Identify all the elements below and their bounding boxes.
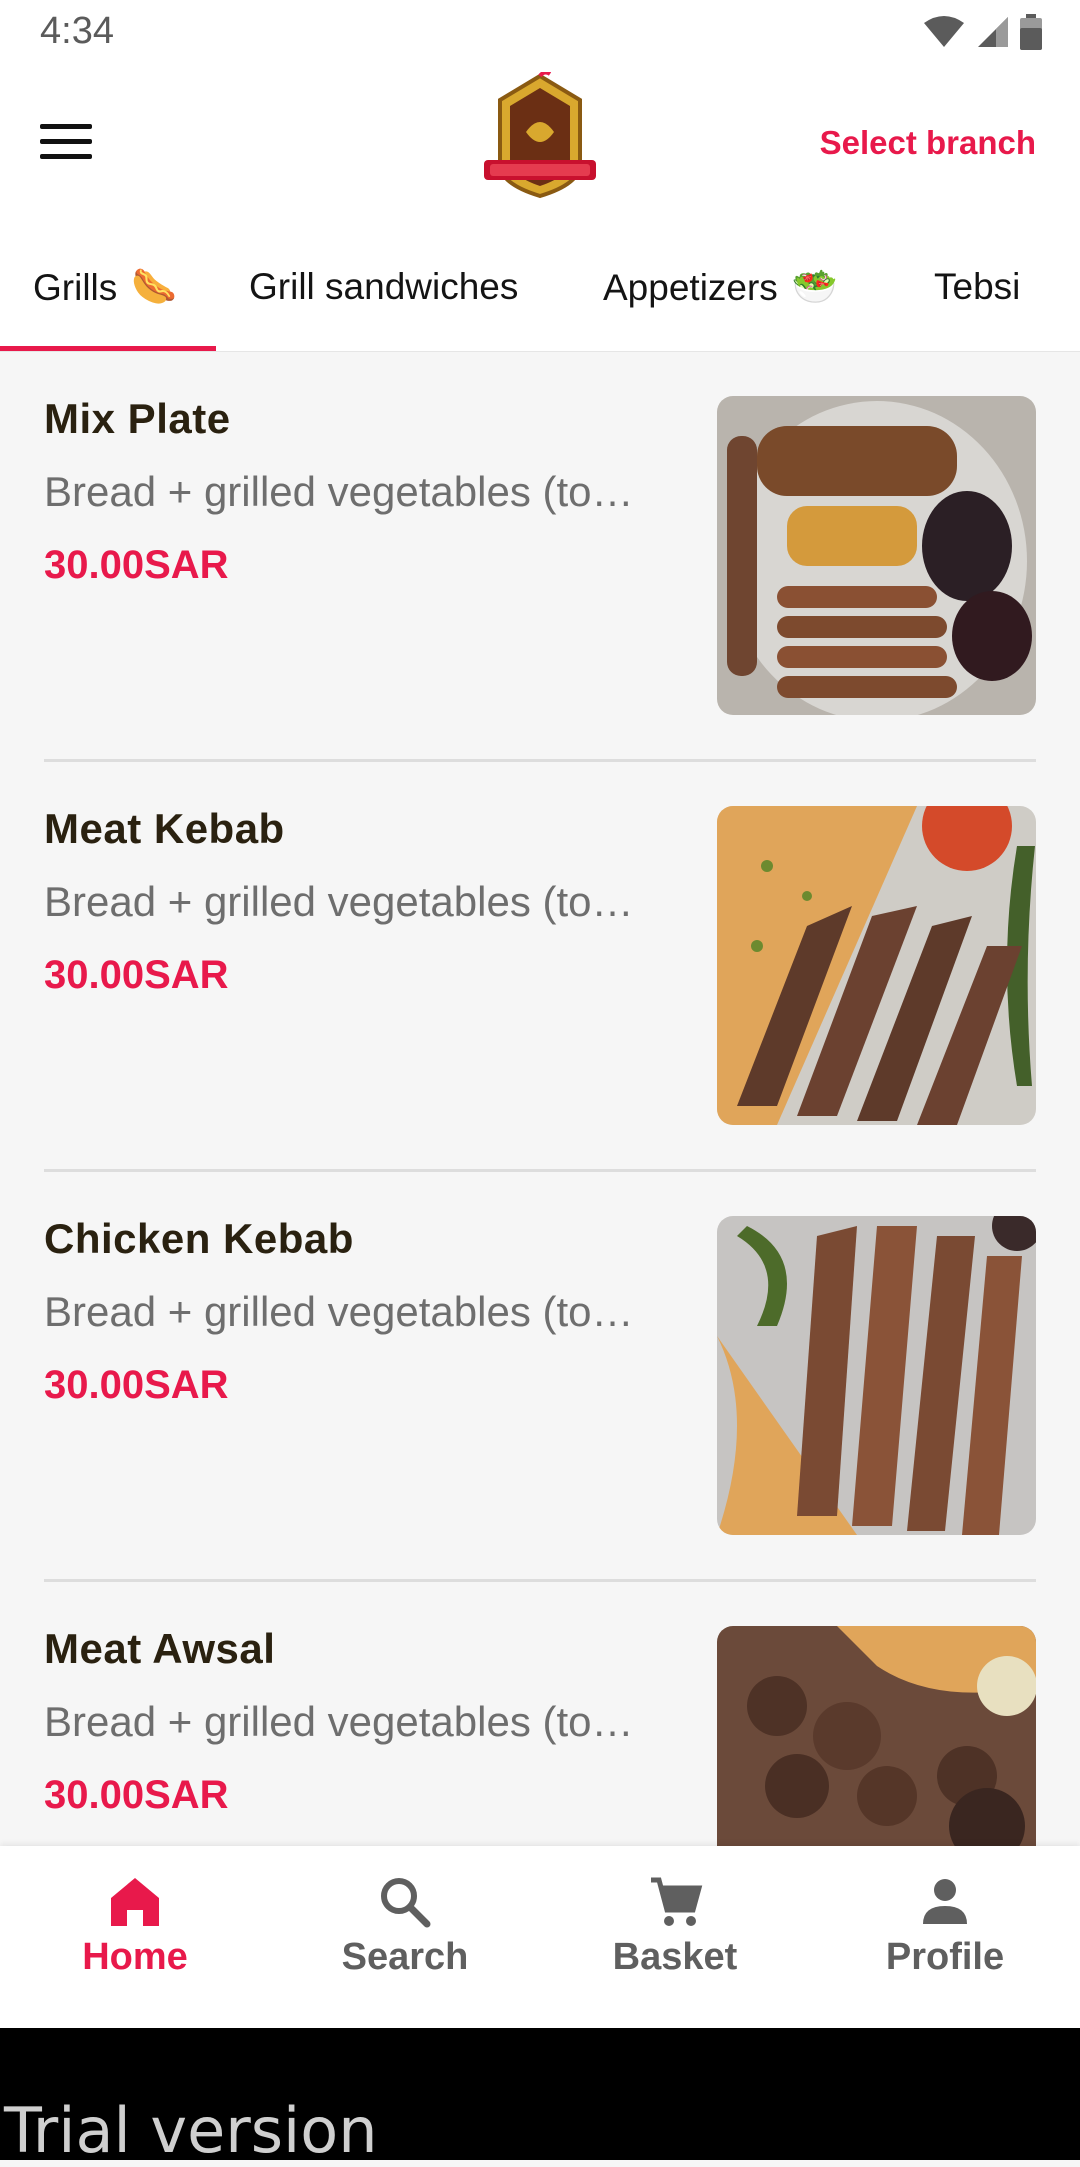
status-bar: 4:34 xyxy=(0,0,1080,66)
cart-icon xyxy=(651,1877,703,1926)
menu-button[interactable] xyxy=(40,124,92,160)
select-branch-button[interactable]: Select branch xyxy=(820,124,1036,162)
item-name: Meat Awsal xyxy=(44,1625,276,1672)
signal-icon xyxy=(978,17,1008,47)
battery-icon xyxy=(1020,14,1042,50)
status-time: 4:34 xyxy=(40,10,114,52)
nav-label: Profile xyxy=(885,1936,1005,1978)
menu-item-list[interactable]: Mix Plate Bread + grilled vegetables (to… xyxy=(0,353,1080,1846)
nav-label: Home xyxy=(82,1936,188,1978)
tab-label: Appetizers xyxy=(603,266,778,308)
tab-label: Grills xyxy=(33,266,118,308)
hotdog-emoji: 🌭 xyxy=(131,266,178,307)
restaurant-logo xyxy=(484,72,596,199)
menu-item[interactable]: Meat Awsal Bread + grilled vegetables (t… xyxy=(0,1583,1080,1846)
nav-label: Basket xyxy=(612,1936,738,1978)
trial-watermark: Trial version xyxy=(4,2094,378,2167)
tab-label: Grill sandwiches xyxy=(249,266,519,307)
item-name: Meat Kebab xyxy=(44,805,285,852)
item-price: 30.00SAR xyxy=(44,1363,229,1407)
tabs-divider xyxy=(0,351,1080,352)
tab-grills[interactable]: Grills 🌭 xyxy=(33,266,177,309)
nav-profile[interactable]: Profile xyxy=(810,1874,1080,2014)
item-photo xyxy=(717,806,1036,1125)
tab-tebsi[interactable]: Tebsi xyxy=(934,266,1020,308)
wifi-icon xyxy=(924,16,964,47)
status-icons xyxy=(922,14,1042,50)
item-description: Bread + grilled vegetables (to… xyxy=(44,1698,634,1745)
category-tabs: Grills 🌭 Grill sandwiches Appetizers 🥗 T… xyxy=(0,222,1080,352)
item-price: 30.00SAR xyxy=(44,953,229,997)
tab-appetizers[interactable]: Appetizers 🥗 xyxy=(603,266,838,309)
person-icon xyxy=(923,1879,967,1924)
item-photo xyxy=(717,1216,1036,1535)
menu-item[interactable]: Mix Plate Bread + grilled vegetables (to… xyxy=(0,353,1080,763)
item-divider xyxy=(44,1169,1036,1172)
app-header: Select branch xyxy=(0,66,1080,222)
home-icon xyxy=(111,1878,159,1926)
item-description: Bread + grilled vegetables (to… xyxy=(44,468,634,515)
item-name: Chicken Kebab xyxy=(44,1215,354,1262)
item-divider xyxy=(44,1579,1036,1582)
nav-search[interactable]: Search xyxy=(270,1874,540,2014)
salad-emoji: 🥗 xyxy=(791,266,838,307)
item-name: Mix Plate xyxy=(44,395,231,442)
item-photo xyxy=(717,1626,1036,1846)
menu-item[interactable]: Chicken Kebab Bread + grilled vegetables… xyxy=(0,1173,1080,1583)
tab-grill-sandwiches[interactable]: Grill sandwiches xyxy=(249,266,518,308)
nav-label: Search xyxy=(341,1936,469,1978)
item-price: 30.00SAR xyxy=(44,1773,229,1817)
nav-basket[interactable]: Basket xyxy=(540,1874,810,2014)
menu-item[interactable]: Meat Kebab Bread + grilled vegetables (t… xyxy=(0,763,1080,1173)
tab-label: Tebsi xyxy=(934,266,1021,307)
bottom-navigation: Home Search Basket Profile xyxy=(0,1846,1080,2028)
item-divider xyxy=(44,759,1036,762)
system-bar: Trial version xyxy=(0,2028,1080,2167)
item-price: 30.00SAR xyxy=(44,543,229,587)
search-icon xyxy=(381,1878,431,1928)
item-photo xyxy=(717,396,1036,715)
item-description: Bread + grilled vegetables (to… xyxy=(44,878,634,925)
item-description: Bread + grilled vegetables (to… xyxy=(44,1288,634,1335)
nav-home[interactable]: Home xyxy=(0,1874,270,2014)
